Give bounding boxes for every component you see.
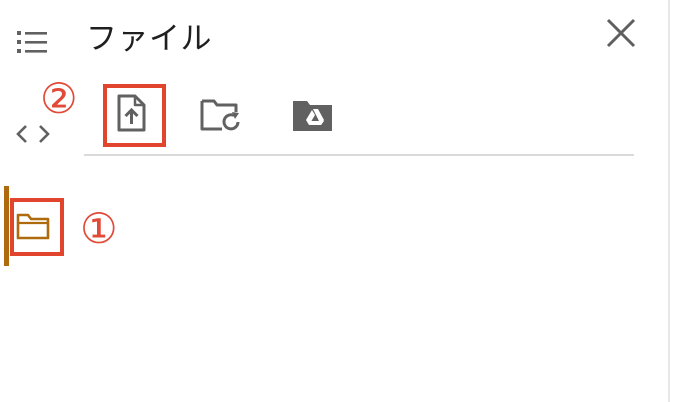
- folder-icon: [16, 212, 50, 240]
- close-button[interactable]: [604, 16, 638, 50]
- list-icon: [16, 30, 48, 54]
- annotation-number-1: ①: [80, 204, 118, 253]
- refresh-folder-icon: [200, 98, 244, 132]
- right-edge-strip: [670, 0, 676, 402]
- panel-title: ファイル: [86, 21, 212, 57]
- upload-button[interactable]: [116, 94, 146, 132]
- table-of-contents-button[interactable]: [16, 30, 48, 54]
- code-snippets-button[interactable]: [16, 124, 50, 144]
- upload-file-icon: [116, 94, 146, 132]
- toolbar-divider: [84, 154, 634, 156]
- drive-folder-icon: [292, 98, 334, 132]
- mount-drive-button[interactable]: [292, 98, 334, 132]
- code-icon: [16, 124, 50, 144]
- close-icon: [604, 18, 638, 54]
- annotation-number-2: ②: [40, 74, 78, 123]
- files-button[interactable]: [16, 212, 50, 240]
- refresh-button[interactable]: [200, 98, 244, 132]
- active-tab-indicator: [4, 186, 9, 266]
